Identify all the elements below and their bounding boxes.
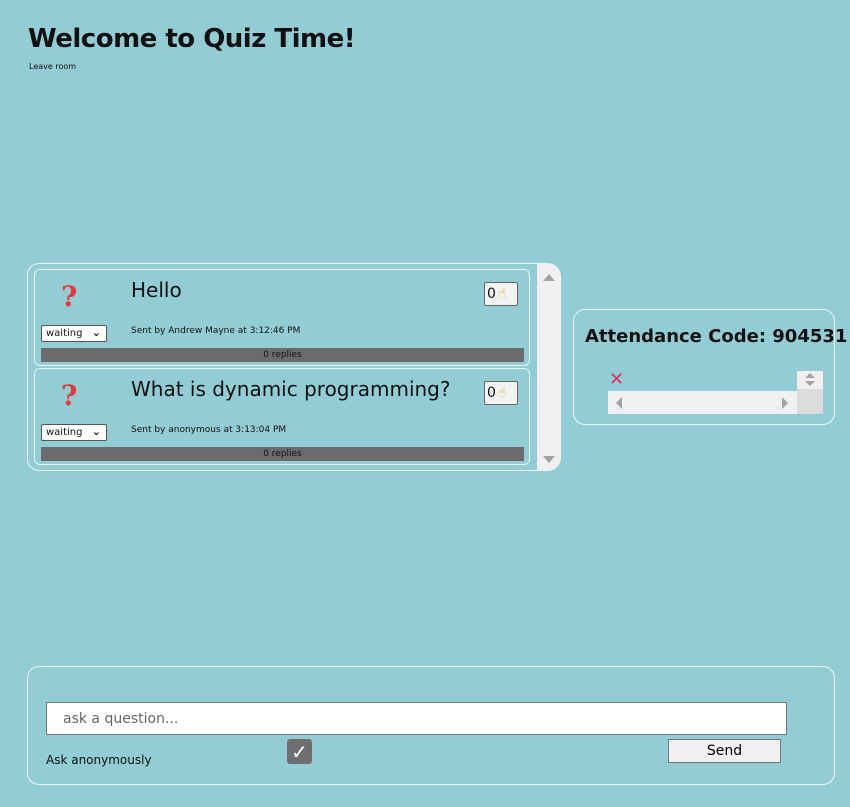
- questions-panel: ? Hello 0 ☝ waiting ⌄ Sent by Andrew May…: [27, 263, 561, 471]
- checkmark-icon: ✓: [291, 739, 308, 764]
- chevron-down-icon: ⌄: [91, 425, 101, 438]
- attendance-panel: Attendance Code: 904531 ✕: [573, 309, 847, 425]
- anonymous-label: Ask anonymously: [46, 753, 152, 767]
- scroll-down-icon[interactable]: [543, 456, 555, 463]
- replies-bar[interactable]: 0 replies: [41, 348, 524, 362]
- anonymous-checkbox[interactable]: ✓: [287, 739, 312, 764]
- question-composer: Ask anonymously ✓ Send: [27, 666, 835, 785]
- status-select[interactable]: waiting ⌄: [41, 325, 107, 342]
- question-input[interactable]: [46, 702, 787, 735]
- question-mark-icon: ?: [61, 280, 78, 313]
- attendance-list[interactable]: [608, 371, 823, 414]
- upvote-button[interactable]: 0 ☝: [484, 381, 518, 405]
- page-title: Welcome to Quiz Time!: [28, 24, 356, 54]
- question-card: ? What is dynamic programming? 0 ☝ waiti…: [34, 368, 530, 465]
- sent-by-text: Sent by Andrew Mayne at 3:12:46 PM: [131, 326, 301, 336]
- sent-by-text: Sent by anonymous at 3:13:04 PM: [131, 425, 287, 435]
- pointing-hand-icon: ☝: [497, 286, 507, 302]
- question-mark-icon: ?: [61, 379, 78, 412]
- attendance-code: Attendance Code: 904531: [585, 326, 848, 347]
- questions-scrollbar[interactable]: [537, 264, 561, 470]
- status-select[interactable]: waiting ⌄: [41, 424, 107, 441]
- question-text: Hello: [131, 278, 182, 302]
- question-text: What is dynamic programming?: [131, 377, 451, 401]
- scroll-down-icon[interactable]: [805, 381, 815, 386]
- leave-room-link[interactable]: Leave room: [29, 62, 76, 71]
- scroll-left-icon[interactable]: [616, 397, 622, 409]
- scroll-up-icon[interactable]: [543, 274, 555, 281]
- vertical-scroll-arrows[interactable]: [797, 371, 823, 389]
- scroll-up-icon[interactable]: [805, 373, 815, 378]
- status-value: waiting: [46, 427, 83, 438]
- pointing-hand-icon: ☝: [497, 385, 507, 401]
- status-value: waiting: [46, 328, 83, 339]
- horizontal-scrollbar[interactable]: [608, 391, 797, 414]
- close-icon[interactable]: ✕: [609, 369, 624, 390]
- replies-bar[interactable]: 0 replies: [41, 447, 524, 461]
- chevron-down-icon: ⌄: [91, 326, 101, 339]
- vertical-scrollbar[interactable]: [797, 371, 823, 414]
- upvote-count: 0: [487, 286, 496, 302]
- question-card: ? Hello 0 ☝ waiting ⌄ Sent by Andrew May…: [34, 269, 530, 366]
- upvote-count: 0: [487, 385, 496, 401]
- upvote-button[interactable]: 0 ☝: [484, 282, 518, 306]
- scroll-right-icon[interactable]: [782, 397, 788, 409]
- send-button[interactable]: Send: [668, 739, 781, 763]
